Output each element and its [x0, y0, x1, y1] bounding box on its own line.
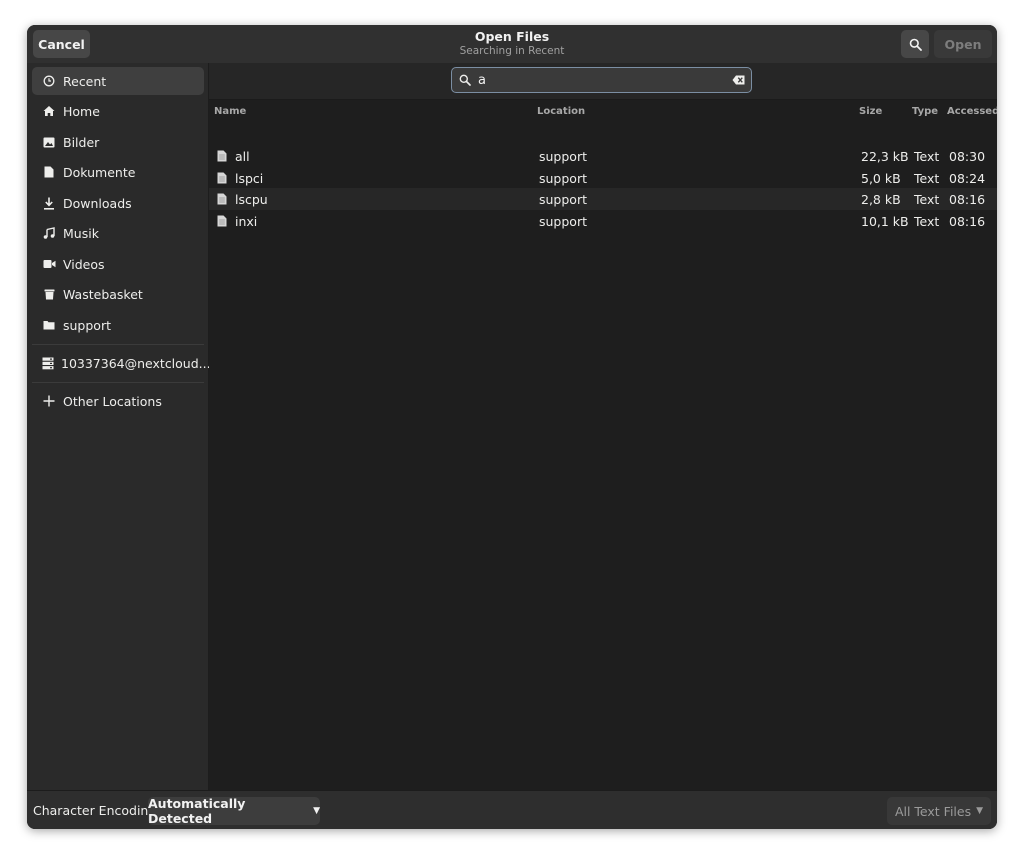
sidebar-item-label: Downloads — [63, 195, 132, 211]
file-list-area: Name Location Size Type Accessed all sup… — [209, 63, 997, 790]
file-name: all — [235, 148, 250, 164]
column-header-name[interactable]: Name — [214, 101, 246, 121]
file-location: support — [539, 148, 587, 164]
home-icon — [42, 104, 56, 118]
sidebar-item-label: Home — [63, 103, 100, 119]
sidebar-item-home[interactable]: Home — [32, 97, 204, 125]
text-file-icon — [217, 210, 227, 232]
file-accessed: 08:16 — [949, 213, 986, 229]
file-accessed: 08:16 — [949, 191, 986, 207]
file-accessed: 08:30 — [949, 148, 986, 164]
search-icon — [909, 38, 922, 51]
sidebar-item-dokumente[interactable]: Dokumente — [32, 158, 204, 186]
search-toggle-button[interactable] — [901, 30, 929, 58]
chevron-down-icon: ▼ — [313, 806, 320, 816]
dialog-titles: Open Files Searching in Recent — [27, 29, 997, 59]
file-type: Text — [914, 170, 940, 186]
image-icon — [42, 135, 56, 149]
text-file-icon — [217, 145, 227, 167]
sidebar-item-label: support — [63, 317, 111, 333]
sidebar-item-videos[interactable]: Videos — [32, 250, 204, 278]
file-name: lscpu — [235, 191, 268, 207]
text-file-icon — [217, 188, 227, 210]
search-entry[interactable] — [451, 67, 752, 93]
sidebar-item-support[interactable]: support — [32, 311, 204, 339]
sidebar-item-label: Other Locations — [63, 393, 162, 409]
encoding-value: Automatically Detected — [148, 796, 246, 826]
file-location: support — [539, 170, 587, 186]
sidebar-item-label: Dokumente — [63, 164, 136, 180]
sidebar-separator — [32, 344, 204, 345]
file-size: 10,1 kB — [861, 213, 909, 229]
dialog-subtitle: Searching in Recent — [459, 45, 565, 57]
trash-icon — [42, 287, 56, 301]
sidebar-item-label: Bilder — [63, 134, 100, 150]
column-header-size[interactable]: Size — [859, 101, 882, 121]
column-header-type[interactable]: Type — [912, 101, 938, 121]
sidebar-item-label: 10337364@nextcloud.... — [61, 355, 215, 371]
sidebar-item-other-locations[interactable]: Other Locations — [32, 387, 204, 415]
encoding-dropdown[interactable]: Automatically Detected ▼ — [148, 796, 320, 826]
places-sidebar: Recent Home Bilder Dokumente Downloads M… — [27, 63, 215, 790]
dialog-title: Open Files — [474, 29, 550, 44]
sidebar-item-downloads[interactable]: Downloads — [32, 189, 204, 217]
file-type: Text — [914, 213, 940, 229]
file-chooser-dialog: Cancel Open Files Searching in Recent Op… — [27, 25, 997, 829]
search-bar — [209, 63, 997, 100]
file-size: 5,0 kB — [861, 170, 901, 186]
table-row[interactable]: lspci support 5,0 kB Text 08:24 — [209, 167, 997, 189]
sidebar-item-label: Videos — [63, 256, 105, 272]
filter-value: All Text Files — [894, 803, 972, 819]
sidebar-separator — [32, 382, 204, 383]
file-size: 2,8 kB — [861, 191, 901, 207]
sidebar-item-musik[interactable]: Musik — [32, 219, 204, 247]
sidebar-item-label: Wastebasket — [63, 286, 143, 302]
sidebar-item-bilder[interactable]: Bilder — [32, 128, 204, 156]
search-icon — [452, 74, 478, 86]
column-header-location[interactable]: Location — [537, 101, 585, 121]
search-input[interactable] — [478, 72, 725, 88]
clock-icon — [42, 74, 56, 88]
file-type: Text — [914, 148, 940, 164]
music-icon — [42, 226, 56, 240]
footer-bar: Character Encoding: Automatically Detect… — [27, 790, 997, 829]
header-bar: Cancel Open Files Searching in Recent Op… — [27, 25, 997, 64]
clear-search-icon[interactable] — [725, 75, 751, 85]
sidebar-item-wastebasket[interactable]: Wastebasket — [32, 280, 204, 308]
sidebar-item-recent[interactable]: Recent — [32, 67, 204, 95]
sidebar-item-label: Musik — [63, 225, 99, 241]
chevron-down-icon: ▼ — [976, 806, 984, 816]
file-size: 22,3 kB — [861, 148, 909, 164]
text-file-icon — [217, 167, 227, 189]
plus-icon — [42, 394, 56, 408]
server-icon — [42, 356, 54, 370]
download-icon — [42, 196, 56, 210]
table-row[interactable]: lscpu support 2,8 kB Text 08:16 — [209, 188, 997, 210]
table-row[interactable]: inxi support 10,1 kB Text 08:16 — [209, 210, 997, 232]
file-accessed: 08:24 — [949, 170, 986, 186]
folder-icon — [42, 318, 56, 332]
open-button[interactable]: Open — [934, 30, 992, 58]
sidebar-item-label: Recent — [63, 73, 107, 89]
video-icon — [42, 257, 56, 271]
file-name: lspci — [235, 170, 264, 186]
file-type: Text — [914, 191, 940, 207]
file-name: inxi — [235, 213, 258, 229]
sidebar-item-nextcloud[interactable]: 10337364@nextcloud.... — [32, 349, 215, 377]
encoding-label: Character Encoding: — [33, 803, 161, 818]
file-filter-dropdown[interactable]: All Text Files ▼ — [887, 797, 991, 825]
file-location: support — [539, 191, 587, 207]
document-icon — [42, 165, 56, 179]
column-header-accessed[interactable]: Accessed — [947, 101, 997, 121]
table-row[interactable]: all support 22,3 kB Text 08:30 — [209, 145, 997, 167]
file-location: support — [539, 213, 587, 229]
